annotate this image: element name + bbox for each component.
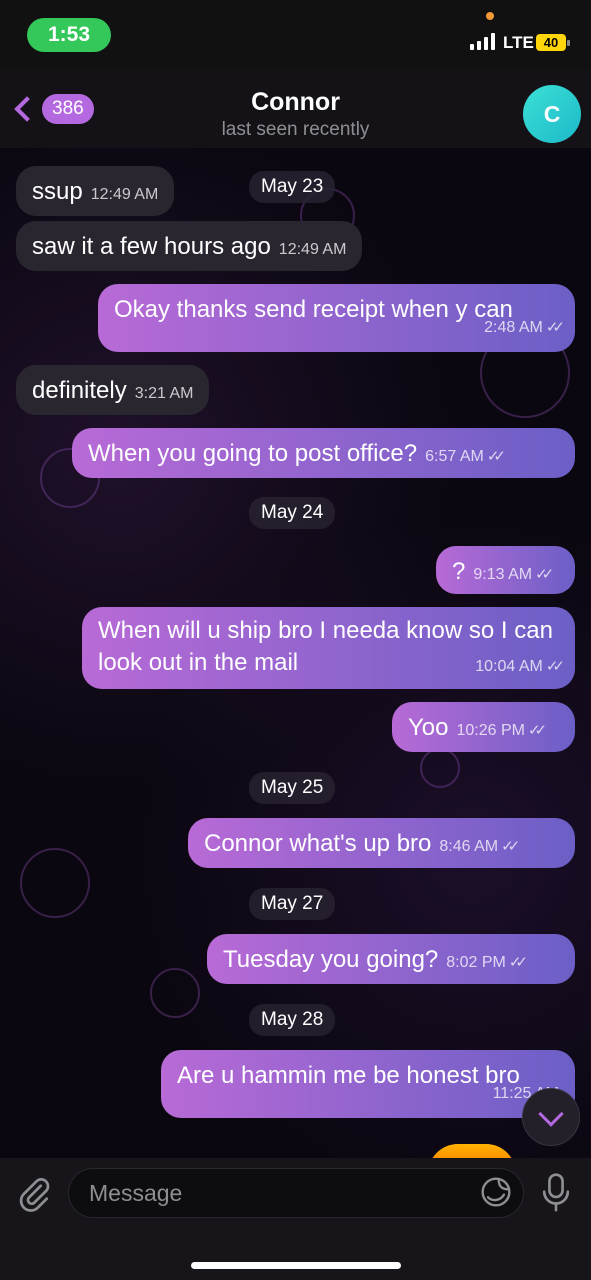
read-checkmarks-icon: ✓✓	[545, 319, 565, 336]
privacy-indicator-dot	[486, 12, 494, 20]
network-type: LTE	[503, 33, 534, 52]
message-time: 12:49 AM	[278, 241, 347, 258]
message-time: 10:04 AM	[475, 658, 543, 675]
date-separator: May 25	[249, 772, 336, 804]
message-outgoing[interactable]: Yoo 10:26 PM ✓✓	[392, 702, 575, 752]
message-text: ?	[452, 558, 466, 585]
read-checkmarks-icon: ✓✓	[527, 722, 547, 739]
read-checkmarks-icon: ✓✓	[501, 838, 520, 855]
message-text: Are u hammin me be honest bro	[177, 1062, 520, 1089]
battery-icon: 40	[536, 34, 566, 51]
message-incoming[interactable]: ssup 12:49 AM	[16, 166, 175, 216]
message-time: 2:48 AM	[484, 319, 543, 336]
message-outgoing[interactable]: Tuesday you going? 8:02 PM ✓✓	[207, 934, 575, 984]
message-text: Connor what's up bro	[204, 830, 432, 857]
message-outgoing[interactable]: ? 9:13 AM ✓✓	[436, 546, 575, 594]
message-outgoing[interactable]: Connor what's up bro 8:46 AM ✓✓	[188, 818, 575, 868]
status-bar: 1:53 LTE 40	[0, 0, 591, 70]
date-separator: May 27	[249, 888, 336, 920]
paperclip-icon[interactable]	[16, 1176, 52, 1212]
signal-strength-icon	[470, 32, 495, 50]
message-outgoing[interactable]: Okay thanks send receipt when y can 2:48…	[98, 284, 575, 352]
date-separator: May 24	[249, 497, 336, 529]
date-separator: May 28	[249, 1004, 336, 1036]
chat-header: 386 Connor last seen recently C	[0, 70, 591, 148]
message-input[interactable]	[68, 1168, 524, 1218]
chevron-down-icon	[538, 1101, 564, 1127]
message-text: Okay thanks send receipt when y can	[114, 296, 513, 323]
message-time: 6:57 AM	[425, 448, 484, 465]
message-time: 10:26 PM	[456, 722, 525, 739]
read-checkmarks-icon: ✓✓	[508, 954, 528, 971]
message-time: 12:49 AM	[90, 186, 159, 203]
message-time: 9:13 AM	[473, 566, 533, 583]
message-text: Tuesday you going?	[223, 946, 439, 973]
message-outgoing[interactable]: When will u ship bro I needa know so I c…	[82, 607, 575, 689]
avatar[interactable]: C	[523, 85, 581, 143]
scroll-to-bottom-button[interactable]	[522, 1088, 580, 1146]
message-time: 8:02 PM	[446, 954, 506, 971]
status-time: 1:53	[27, 18, 111, 52]
message-incoming[interactable]: saw it a few hours ago 12:49 AM	[16, 221, 363, 271]
battery-tip	[567, 40, 570, 46]
message-text: When you going to post office?	[88, 440, 418, 467]
message-time: 8:46 AM	[439, 838, 499, 855]
message-text: saw it a few hours ago	[32, 233, 271, 260]
message-outgoing[interactable]: Are u hammin me be honest bro 11:25 AM	[161, 1050, 575, 1118]
chat-title[interactable]: Connor	[0, 88, 591, 117]
message-text: ssup	[32, 178, 83, 205]
microphone-icon[interactable]	[540, 1172, 572, 1214]
chat-subtitle: last seen recently	[221, 119, 370, 140]
date-separator: May 23	[249, 171, 336, 203]
read-checkmarks-icon: ✓✓	[486, 448, 506, 465]
sticker-icon[interactable]	[480, 1176, 512, 1208]
home-indicator[interactable]	[191, 1262, 401, 1269]
read-checkmarks-icon: ✓✓	[545, 658, 565, 675]
message-text: Yoo	[408, 714, 449, 741]
message-time: 3:21 AM	[134, 385, 194, 402]
message-text: definitely	[32, 377, 127, 404]
message-outgoing[interactable]: When you going to post office? 6:57 AM ✓✓	[72, 428, 575, 478]
message-incoming[interactable]: definitely 3:21 AM	[16, 365, 210, 415]
read-checkmarks-icon: ✓✓	[535, 566, 554, 583]
